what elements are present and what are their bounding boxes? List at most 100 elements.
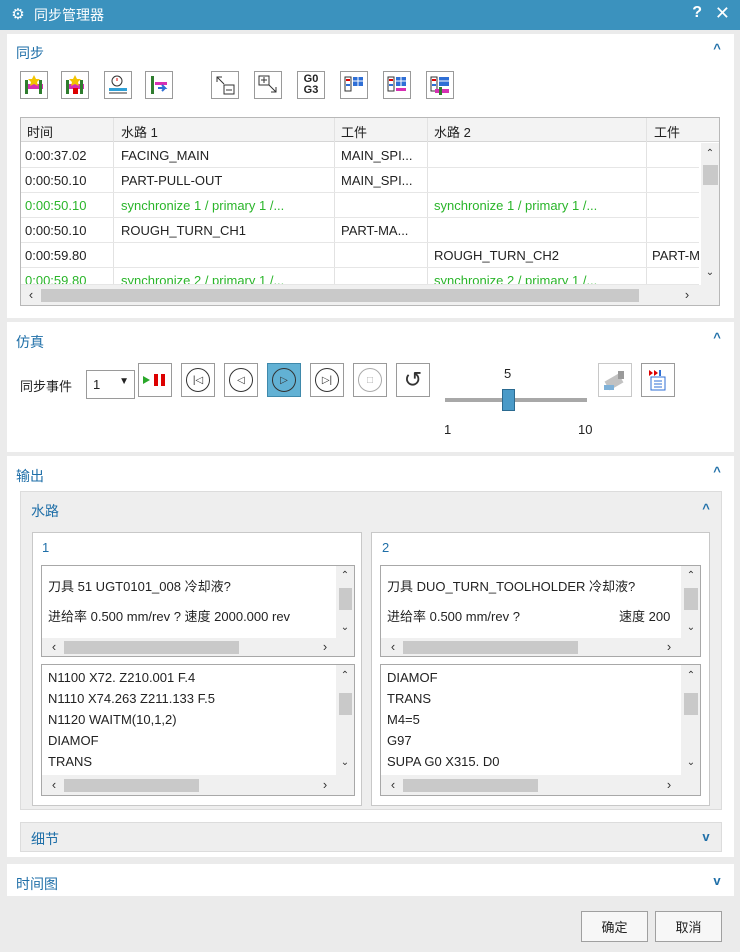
- scroll-right-icon[interactable]: ›: [319, 778, 331, 791]
- channel-1-info[interactable]: 刀具 51 UGT0101_008 冷却液? 进给率 0.500 mm/rev …: [41, 565, 355, 657]
- table-row[interactable]: 0:00:59.80 synchronize 2 / primary 1 /..…: [21, 268, 699, 285]
- scroll-right-icon[interactable]: ›: [681, 288, 693, 301]
- scroll-left-icon[interactable]: ‹: [48, 640, 60, 653]
- chevron-down-icon[interactable]: v: [699, 830, 713, 844]
- scroll-thumb[interactable]: [339, 693, 352, 715]
- channel-2-info[interactable]: 刀具 DUO_TURN_TOOLHOLDER 冷却液? 进给率 0.500 mm…: [380, 565, 701, 657]
- vertical-scrollbar[interactable]: ⌃ ⌄: [701, 143, 719, 286]
- table-view-1-button[interactable]: [340, 71, 368, 99]
- scroll-left-icon[interactable]: ‹: [25, 288, 37, 301]
- scroll-thumb[interactable]: [684, 693, 698, 715]
- scroll-right-icon[interactable]: ›: [663, 778, 675, 791]
- machine-view-button[interactable]: [598, 363, 632, 397]
- scroll-down-icon[interactable]: ⌄: [339, 757, 351, 769]
- horizontal-scrollbar[interactable]: ‹ ›: [381, 775, 700, 795]
- chevron-down-icon[interactable]: v: [710, 874, 724, 888]
- chevron-up-icon[interactable]: ^: [710, 331, 724, 345]
- play-pause-button[interactable]: [138, 363, 172, 397]
- scroll-thumb[interactable]: [64, 641, 239, 654]
- scroll-right-icon[interactable]: ›: [319, 640, 331, 653]
- column-header-time[interactable]: 时间: [27, 122, 53, 141]
- details-group[interactable]: 细节 v: [20, 822, 722, 852]
- sync-add-icon: [25, 75, 43, 94]
- scroll-left-icon[interactable]: ‹: [48, 778, 60, 791]
- speed-slider[interactable]: [445, 389, 587, 411]
- column-header-channel-2[interactable]: 水路 2: [434, 122, 471, 141]
- scroll-up-icon[interactable]: ⌃: [685, 570, 697, 582]
- export-button[interactable]: [145, 71, 173, 99]
- table-view-2-button[interactable]: [383, 71, 411, 99]
- table-row[interactable]: 0:00:50.10 PART-PULL-OUT MAIN_SPI...: [21, 168, 699, 193]
- chevron-up-icon[interactable]: ^: [710, 465, 724, 479]
- simulation-section-label: 仿真: [16, 334, 44, 350]
- code-line: N1100 X72. Z210.001 F.4: [48, 670, 196, 685]
- column-header-channel-1[interactable]: 水路 1: [121, 122, 158, 141]
- scroll-down-icon[interactable]: ⌄: [685, 757, 697, 769]
- scroll-down-icon[interactable]: ⌄: [704, 267, 716, 279]
- close-button[interactable]: ✕: [715, 3, 730, 24]
- expand-button[interactable]: [254, 71, 282, 99]
- sync-table[interactable]: 时间 水路 1 工件 水路 2 工件 0:00:37.02 FACING_MAI…: [20, 117, 720, 306]
- scroll-left-icon[interactable]: ‹: [387, 640, 399, 653]
- step-forward-button[interactable]: ▷|: [310, 363, 344, 397]
- column-header-workpiece-2[interactable]: 工件: [654, 122, 680, 141]
- cell-channel-1: FACING_MAIN: [121, 148, 210, 163]
- vertical-scrollbar[interactable]: ⌃ ⌄: [681, 665, 700, 775]
- timeline-label: 时间图: [16, 876, 58, 892]
- scroll-up-icon[interactable]: ⌃: [685, 670, 697, 682]
- sync-event-select[interactable]: 1 ▼: [86, 370, 135, 399]
- g0-g3-button[interactable]: G0 G3: [297, 71, 325, 99]
- scroll-left-icon[interactable]: ‹: [387, 778, 399, 791]
- sync-header[interactable]: 同步 ^: [7, 38, 734, 64]
- horizontal-scrollbar[interactable]: ‹ ›: [42, 638, 354, 656]
- scroll-thumb[interactable]: [684, 588, 698, 610]
- chevron-up-icon[interactable]: ^: [710, 42, 724, 56]
- scroll-thumb[interactable]: [41, 289, 639, 302]
- table-row[interactable]: 0:00:59.80 ROUGH_TURN_CH2 PART-M: [21, 243, 700, 268]
- step-first-button[interactable]: |◁: [181, 363, 215, 397]
- horizontal-scrollbar[interactable]: ‹ ›: [381, 638, 700, 656]
- reset-button[interactable]: ↺: [396, 363, 430, 397]
- scroll-up-icon[interactable]: ⌃: [704, 148, 716, 160]
- slider-thumb[interactable]: [502, 389, 516, 411]
- table-view-3-button[interactable]: [426, 71, 454, 99]
- scroll-thumb[interactable]: [703, 165, 718, 185]
- vertical-scrollbar[interactable]: ⌃ ⌄: [681, 566, 700, 638]
- ok-button[interactable]: 确定: [581, 911, 648, 942]
- cancel-button[interactable]: 取消: [655, 911, 722, 942]
- channel-2-code[interactable]: DIAMOF TRANS M4=5 G97 SUPA G0 X315. D0 ⌃…: [380, 664, 701, 796]
- column-header-workpiece-1[interactable]: 工件: [341, 122, 367, 141]
- output-header[interactable]: 输出 ^: [7, 461, 734, 487]
- scroll-thumb[interactable]: [403, 641, 578, 654]
- scroll-up-icon[interactable]: ⌃: [339, 570, 351, 582]
- step-back-button[interactable]: ◁: [224, 363, 258, 397]
- scroll-down-icon[interactable]: ⌄: [339, 622, 351, 634]
- horizontal-scrollbar[interactable]: ‹ ›: [21, 285, 719, 305]
- channel-1-code[interactable]: N1100 X72. Z210.001 F.4 N1110 X74.263 Z2…: [41, 664, 355, 796]
- chevron-up-icon[interactable]: ^: [699, 502, 713, 516]
- scroll-down-icon[interactable]: ⌄: [685, 622, 697, 634]
- simulation-header[interactable]: 仿真 ^: [7, 327, 734, 353]
- event-list-button[interactable]: [641, 363, 675, 397]
- sync-insert-button[interactable]: [61, 71, 89, 99]
- timeline-button[interactable]: [104, 71, 132, 99]
- stop-button[interactable]: □: [353, 363, 387, 397]
- collapse-button[interactable]: [211, 71, 239, 99]
- timeline-section[interactable]: 时间图 v: [7, 864, 734, 896]
- scroll-right-icon[interactable]: ›: [663, 640, 675, 653]
- horizontal-scrollbar[interactable]: ‹ ›: [42, 775, 354, 795]
- vertical-scrollbar[interactable]: ⌃ ⌄: [336, 665, 354, 775]
- table-row[interactable]: 0:00:50.10 synchronize 1 / primary 1 /..…: [21, 193, 699, 218]
- scroll-up-icon[interactable]: ⌃: [339, 670, 351, 682]
- help-button[interactable]: ?: [692, 4, 702, 22]
- scroll-thumb[interactable]: [64, 779, 199, 792]
- play-button[interactable]: ▷: [267, 363, 301, 397]
- dropdown-arrow-icon[interactable]: ▼: [119, 376, 129, 387]
- scroll-thumb[interactable]: [339, 588, 352, 610]
- table-row[interactable]: 0:00:37.02 FACING_MAIN MAIN_SPI...: [21, 143, 699, 168]
- sync-add-button[interactable]: [20, 71, 48, 99]
- scroll-thumb[interactable]: [403, 779, 538, 792]
- cell-time: 0:00:37.02: [25, 148, 87, 163]
- vertical-scrollbar[interactable]: ⌃ ⌄: [336, 566, 354, 638]
- table-row[interactable]: 0:00:50.10 ROUGH_TURN_CH1 PART-MA...: [21, 218, 699, 243]
